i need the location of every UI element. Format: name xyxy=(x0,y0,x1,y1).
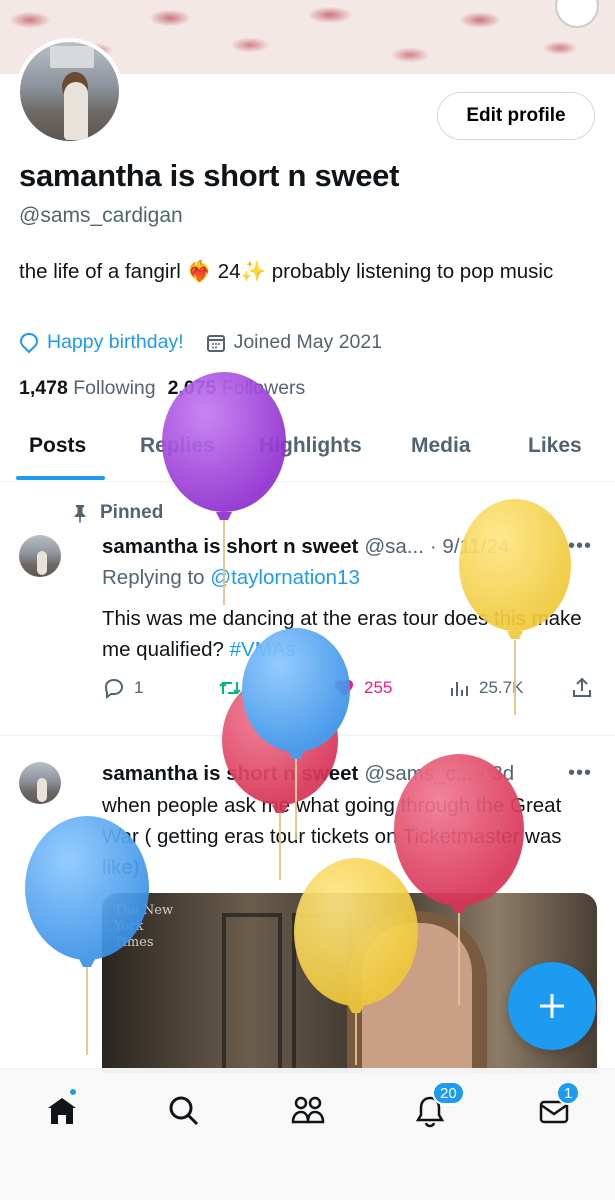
post-actions: 1 255 25.7K xyxy=(102,676,597,704)
profile-avatar[interactable] xyxy=(16,38,123,145)
tab-likes[interactable]: Likes xyxy=(528,434,582,458)
views-button[interactable]: 25.7K xyxy=(447,676,523,700)
reply-button[interactable]: 1 xyxy=(102,676,143,700)
reply-icon xyxy=(104,678,124,699)
messages-badge: 1 xyxy=(556,1081,581,1105)
profile-name: samantha is short n sweet xyxy=(19,158,400,193)
home-unread-dot xyxy=(68,1087,78,1097)
retweet-button[interactable] xyxy=(217,676,243,700)
nav-notifications[interactable]: 20 xyxy=(410,1081,465,1131)
hashtag-link[interactable]: #VMAs xyxy=(230,638,296,661)
calendar-icon xyxy=(206,334,225,352)
retweet-icon xyxy=(219,681,241,695)
profile-meta: Happy birthday! Joined May 2021 xyxy=(19,331,382,354)
post-avatar[interactable] xyxy=(19,535,61,577)
joined-date: Joined May 2021 xyxy=(233,331,383,353)
communities-icon xyxy=(291,1096,325,1124)
following-link[interactable]: 1,478 Following xyxy=(19,377,156,400)
nav-home[interactable] xyxy=(42,1087,82,1131)
views-icon xyxy=(451,682,468,696)
pinned-indicator: Pinned xyxy=(70,502,163,524)
nav-communities[interactable] xyxy=(288,1091,328,1131)
plus-icon xyxy=(540,994,564,1018)
tab-posts[interactable]: Posts xyxy=(29,434,86,458)
follow-counts: 1,478 Following 2,075 Followers xyxy=(19,377,305,400)
profile-handle: @sams_cardigan xyxy=(19,204,183,227)
tab-media[interactable]: Media xyxy=(411,434,471,458)
media-caption: The New York Times xyxy=(114,903,174,950)
share-button[interactable] xyxy=(570,676,594,700)
post-date[interactable]: · 3d xyxy=(479,762,514,786)
share-icon xyxy=(573,677,591,697)
pin-icon xyxy=(74,505,86,523)
post-text: when people ask me what going through th… xyxy=(102,794,562,879)
post-author-name[interactable]: samantha is short n sweet xyxy=(102,762,358,786)
tab-replies[interactable]: Replies xyxy=(140,434,215,458)
post-divider xyxy=(0,735,615,736)
birthday-item[interactable]: Happy birthday! xyxy=(19,331,184,354)
nav-search[interactable] xyxy=(164,1091,204,1131)
search-icon xyxy=(169,1096,199,1126)
post-text: This was me dancing at the eras tour doe… xyxy=(102,607,582,661)
profile-bio: the life of a fangirl ❤️‍🔥 24✨ probably … xyxy=(19,260,554,283)
profile-tabs: Posts Replies Highlights Media Likes xyxy=(0,424,615,482)
more-icon[interactable]: ••• xyxy=(568,762,592,785)
heart-icon xyxy=(335,680,353,696)
edit-profile-button[interactable]: Edit profile xyxy=(437,92,595,140)
reply-to-link[interactable]: @taylornation13 xyxy=(210,566,360,589)
banner-corner-button[interactable] xyxy=(557,0,597,26)
like-button[interactable]: 255 xyxy=(332,676,392,700)
joined-item: Joined May 2021 xyxy=(206,331,383,354)
post-author-handle[interactable]: @sa... xyxy=(364,535,424,559)
compose-button[interactable] xyxy=(508,962,596,1050)
post-author-name[interactable]: samantha is short n sweet xyxy=(102,535,358,559)
notifications-badge: 20 xyxy=(432,1081,465,1105)
followers-link[interactable]: 2,075 Followers xyxy=(168,377,306,400)
post-header: samantha is short n sweet @sams_c... · 3… xyxy=(102,762,514,786)
more-icon[interactable]: ••• xyxy=(568,535,592,558)
nav-messages[interactable]: 1 xyxy=(534,1081,581,1131)
post-header: samantha is short n sweet @sa... · 9/11/… xyxy=(102,535,509,559)
post-date[interactable]: · 9/11/24 xyxy=(430,535,509,559)
location-icon xyxy=(19,332,39,354)
post-avatar[interactable] xyxy=(19,762,61,804)
tab-highlights[interactable]: Highlights xyxy=(259,434,362,458)
post-author-handle[interactable]: @sams_c... xyxy=(364,762,473,786)
replying-to: Replying to @taylornation13 xyxy=(102,566,360,589)
active-tab-indicator xyxy=(16,476,105,480)
bottom-navigation: 20 1 xyxy=(0,1068,615,1200)
birthday-link[interactable]: Happy birthday! xyxy=(47,331,184,354)
home-icon xyxy=(48,1098,76,1124)
